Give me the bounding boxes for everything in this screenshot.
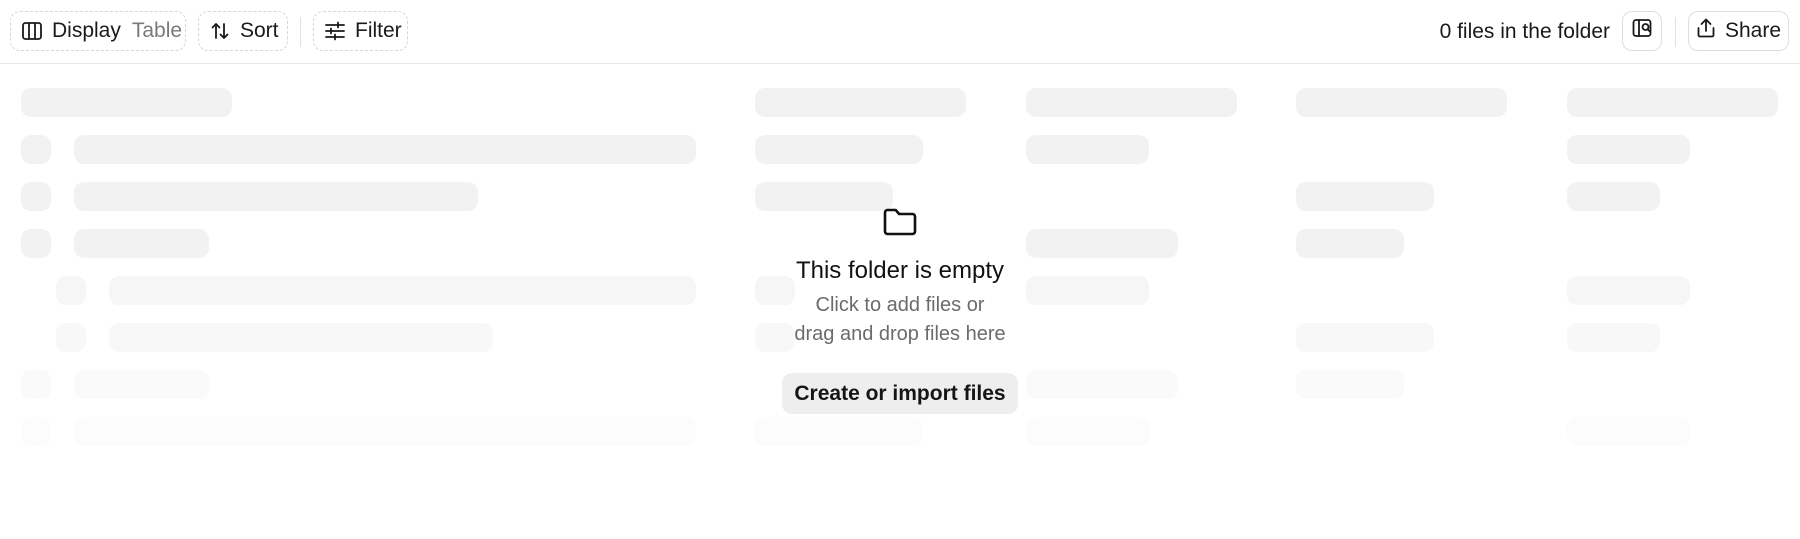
skeleton-bar [1026,88,1237,117]
skeleton-bar [109,276,696,305]
skeleton-bar [1567,88,1778,117]
skeleton-bar [1026,135,1149,164]
sort-button[interactable]: Sort [198,11,288,51]
sort-arrows-icon [209,20,231,42]
skeleton-bar [109,323,493,352]
skeleton-bar [755,135,923,164]
share-button[interactable]: Share [1688,11,1789,51]
skeleton-bar [21,370,51,399]
sliders-icon [324,20,346,42]
toolbar-divider [300,17,301,47]
skeleton-bar [74,229,209,258]
skeleton-bar [1296,88,1507,117]
skeleton-bar [1567,135,1690,164]
skeleton-bar [56,323,86,352]
share-upload-icon [1696,17,1716,45]
skeleton-bar [21,135,51,164]
files-count: 0 files in the folder [1439,20,1610,43]
skeleton-bar [21,88,232,117]
skeleton-bar [1026,417,1149,446]
empty-description-line: drag and drop files here [794,323,1006,345]
skeleton-bar [1296,323,1434,352]
empty-description: Click to add files or drag and drop file… [794,291,1005,349]
skeleton-bar [1567,182,1660,211]
skeleton-bar [755,88,966,117]
skeleton-bar [1567,323,1660,352]
skeleton-bar [74,182,478,211]
toolbar: Display Table Sort Filter 0 files in the… [0,0,1800,64]
filter-button[interactable]: Filter [313,11,408,51]
skeleton-bar [74,370,209,399]
sort-label: Sort [240,19,279,42]
folder-icon [882,206,918,243]
skeleton-bar [21,417,51,446]
view-toggle-button[interactable] [1622,11,1662,51]
skeleton-bar [1296,182,1434,211]
columns-icon [21,20,43,42]
empty-title: This folder is empty [795,257,1005,284]
display-label: Display [52,19,121,42]
empty-state: This folder is empty Click to add files … [700,200,1100,414]
board-search-icon [1631,17,1653,45]
filter-label: Filter [355,19,402,42]
toolbar-divider-right [1675,17,1676,47]
skeleton-bar [21,182,51,211]
skeleton-bar [1296,229,1404,258]
skeleton-bar [1567,417,1690,446]
create-import-button[interactable]: Create or import files [782,373,1018,414]
skeleton-bar [1296,370,1404,399]
skeleton-bar [56,276,86,305]
share-label: Share [1724,19,1782,42]
skeleton-bar [74,417,696,446]
empty-description-line: Click to add files or [815,294,985,316]
display-button[interactable]: Display Table [10,11,186,51]
skeleton-bar [1567,276,1690,305]
skeleton-bar [21,229,51,258]
skeleton-bar [74,135,696,164]
display-value: Table [131,19,183,42]
skeleton-bar [755,417,923,446]
